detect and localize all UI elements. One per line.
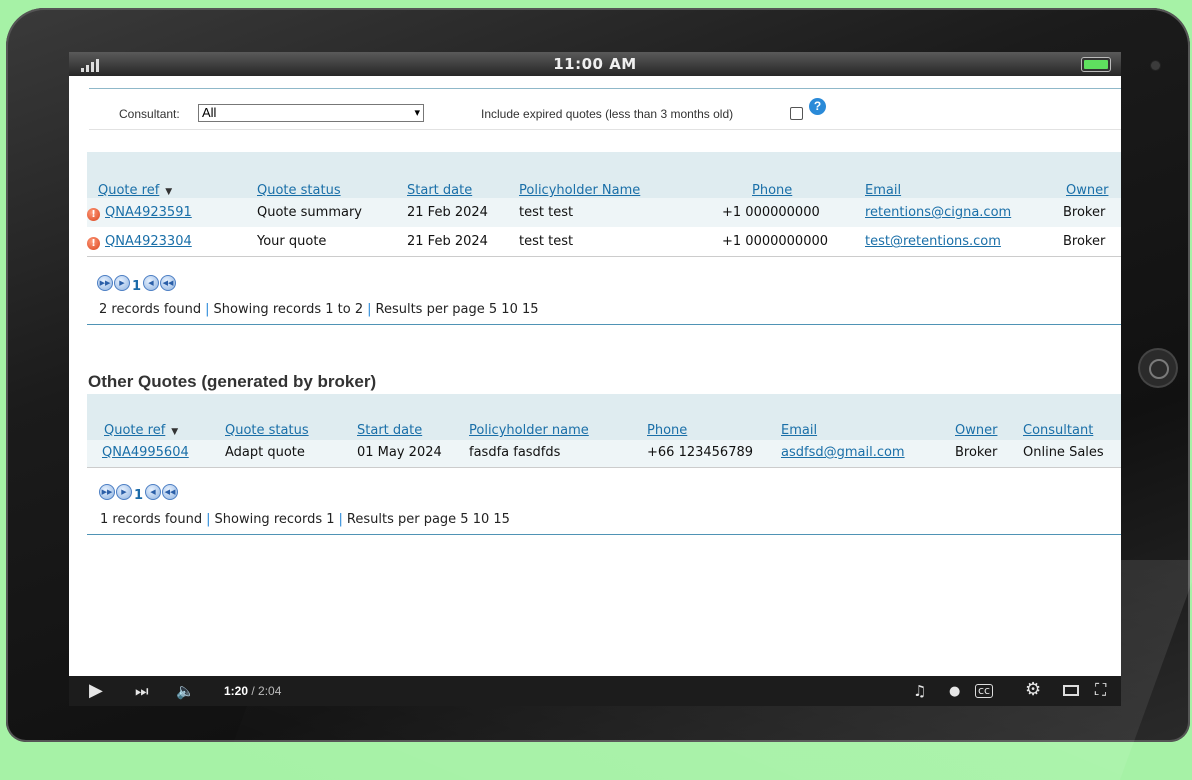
- camera-icon: [1151, 61, 1160, 70]
- phone: +66 123456789: [647, 445, 754, 460]
- owner: Broker: [955, 445, 998, 460]
- column-header-owner[interactable]: Owner: [955, 423, 997, 438]
- info-icon[interactable]: ●: [949, 684, 960, 699]
- play-icon[interactable]: ▶: [89, 680, 103, 701]
- filter-bar: Consultant: All ▾ Include expired quotes…: [89, 88, 1121, 130]
- results-per-page[interactable]: Results per page 5 10 15: [347, 512, 510, 527]
- quote-ref-link[interactable]: QNA4923591: [105, 205, 192, 220]
- table-row: QNA4995604 Adapt quote 01 May 2024 fasdf…: [87, 438, 1121, 467]
- column-header-consultant[interactable]: Consultant: [1023, 423, 1093, 438]
- start-date: 01 May 2024: [357, 445, 442, 460]
- column-header-email[interactable]: Email: [865, 183, 901, 198]
- divider: [87, 467, 1121, 468]
- column-header-quote-status[interactable]: Quote status: [225, 423, 309, 438]
- column-header-quote-ref[interactable]: Quote ref: [104, 423, 165, 438]
- home-button[interactable]: [1140, 350, 1176, 386]
- volume-icon[interactable]: 🔈: [176, 682, 195, 700]
- column-header-policyholder-name[interactable]: Policyholder name: [469, 423, 589, 438]
- quote-status: Adapt quote: [225, 445, 305, 460]
- column-header-owner[interactable]: Owner: [1066, 183, 1108, 198]
- captions-icon[interactable]: cc: [975, 684, 994, 698]
- divider: [87, 256, 1121, 257]
- screen: Consultant: All ▾ Include expired quotes…: [69, 76, 1121, 676]
- last-page-icon[interactable]: ◀◀: [162, 484, 178, 500]
- video-controls: ▶ ⏭ 🔈 1:20 / 2:04 ♫ ● cc ⚙ ⛶: [69, 676, 1121, 706]
- status-time: 11:00 AM: [553, 55, 637, 73]
- alert-icon: !: [87, 236, 100, 250]
- video-time: 1:20 / 2:04: [224, 684, 282, 698]
- last-page-icon[interactable]: ◀◀: [160, 275, 176, 291]
- prev-page-icon[interactable]: ◀: [143, 275, 159, 291]
- policyholder-name: test test: [519, 205, 574, 220]
- column-header-start-date[interactable]: Start date: [357, 423, 422, 438]
- consultant-select-value: All: [202, 105, 217, 120]
- records-summary: 2 records found | Showing records 1 to 2 | R…: [87, 302, 1121, 325]
- next-page-icon[interactable]: ▶: [116, 484, 132, 500]
- table-header-row: Quote ref ▼ Quote status Start date Polic…: [87, 174, 1121, 198]
- column-header-phone[interactable]: Phone: [752, 183, 792, 198]
- records-summary: 1 records found | Showing records 1 | Result…: [87, 512, 1121, 535]
- prev-page-icon[interactable]: ◀: [145, 484, 161, 500]
- first-page-icon[interactable]: ▶▶: [99, 484, 115, 500]
- showing-records: Showing records 1: [214, 512, 335, 527]
- start-date: 21 Feb 2024: [407, 205, 488, 220]
- next-page-icon[interactable]: ▶: [114, 275, 130, 291]
- phone: +1 000000000: [722, 205, 820, 220]
- policyholder-name: test test: [519, 234, 574, 249]
- consultant: Online Sales: [1023, 445, 1104, 460]
- column-header-phone[interactable]: Phone: [647, 423, 687, 438]
- records-found: 2 records found: [99, 302, 202, 317]
- column-header-quote-ref[interactable]: Quote ref: [98, 183, 159, 198]
- owner: Broker: [1063, 234, 1106, 249]
- quotes-table: Quote ref ▼ Quote status Start date Polic…: [87, 174, 1121, 256]
- column-header-quote-status[interactable]: Quote status: [257, 183, 341, 198]
- skip-next-icon[interactable]: ⏭: [135, 682, 149, 700]
- gear-icon[interactable]: ⚙: [1025, 679, 1041, 700]
- column-header-policyholder-name[interactable]: Policyholder Name: [519, 183, 640, 198]
- theater-mode-icon[interactable]: [1063, 685, 1079, 696]
- quote-status: Your quote: [257, 234, 327, 249]
- expired-quotes-label: Include expired quotes (less than 3 mont…: [481, 107, 734, 121]
- phone: +1 0000000000: [722, 234, 829, 249]
- table-row: ! QNA4923591 Quote summary 21 Feb 2024 te…: [87, 198, 1121, 227]
- quote-ref-link[interactable]: QNA4995604: [102, 445, 189, 460]
- sort-down-icon[interactable]: ▼: [171, 427, 178, 437]
- first-page-icon[interactable]: ▶▶: [97, 275, 113, 291]
- battery-icon: [1081, 57, 1111, 72]
- consultant-select[interactable]: All ▾: [198, 104, 424, 122]
- table-header-row: Quote ref ▼ Quote status Start date Polic…: [87, 414, 1121, 438]
- page-number[interactable]: 1: [132, 279, 141, 294]
- email-link[interactable]: retentions@cigna.com: [865, 205, 1011, 220]
- quote-status: Quote summary: [257, 205, 362, 220]
- records-found: 1 records found: [100, 512, 203, 527]
- section-title: Other Quotes (generated by broker): [88, 372, 377, 391]
- policyholder-name: fasdfa fasdfds: [469, 445, 561, 460]
- sort-down-icon[interactable]: ▼: [165, 187, 172, 197]
- status-bar: 11:00 AM: [69, 52, 1121, 76]
- owner: Broker: [1063, 205, 1106, 220]
- pager: ▶▶ ▶ 1 ◀ ◀◀: [99, 484, 209, 504]
- page-number[interactable]: 1: [134, 488, 143, 503]
- expired-quotes-checkbox[interactable]: [790, 107, 803, 120]
- table-row: ! QNA4923304 Your quote 21 Feb 2024 test …: [87, 227, 1121, 256]
- results-per-page[interactable]: Results per page 5 10 15: [376, 302, 539, 317]
- pager: ▶▶ ▶ 1 ◀ ◀◀: [97, 275, 207, 295]
- column-header-email[interactable]: Email: [781, 423, 817, 438]
- other-quotes-table: Quote ref ▼ Quote status Start date Polic…: [87, 414, 1121, 467]
- alert-icon: !: [87, 207, 100, 221]
- email-link[interactable]: test@retentions.com: [865, 234, 1001, 249]
- start-date: 21 Feb 2024: [407, 234, 488, 249]
- column-header-start-date[interactable]: Start date: [407, 183, 472, 198]
- consultant-label: Consultant:: [119, 107, 180, 121]
- music-note-icon[interactable]: ♫: [913, 682, 926, 700]
- help-icon[interactable]: ?: [809, 98, 826, 115]
- email-link[interactable]: asdfsd@gmail.com: [781, 445, 905, 460]
- fullscreen-icon[interactable]: ⛶: [1095, 680, 1106, 700]
- chevron-down-icon: ▾: [414, 107, 420, 119]
- showing-records: Showing records 1 to 2: [213, 302, 364, 317]
- quote-ref-link[interactable]: QNA4923304: [105, 234, 192, 249]
